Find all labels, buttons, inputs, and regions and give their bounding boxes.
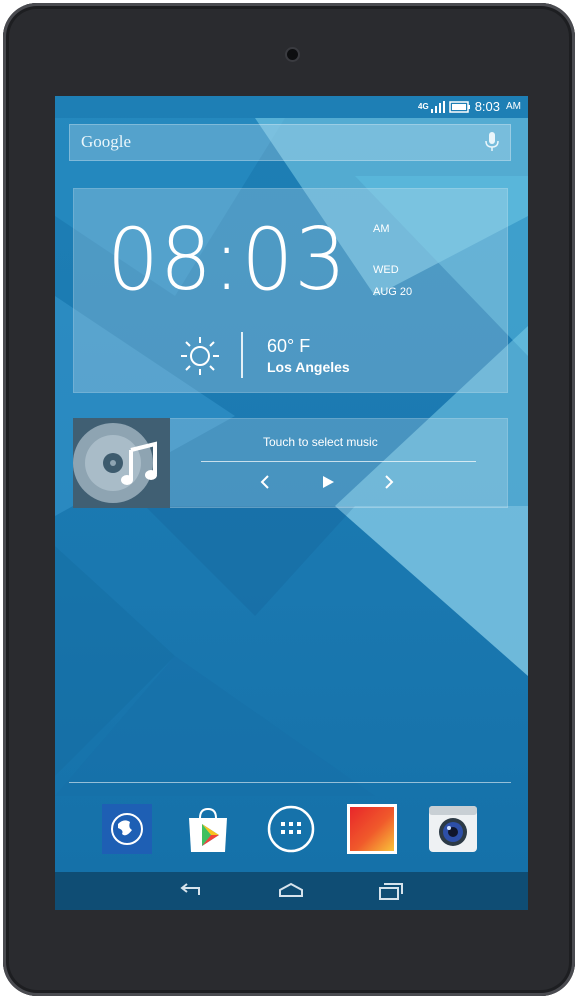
home-screen: 4G 8:03 AM Google 08:03 AM WED AUG 20 60… <box>55 96 528 910</box>
signal-icon <box>430 100 445 113</box>
microphone-icon[interactable] <box>485 132 499 152</box>
camera-app[interactable] <box>428 804 478 854</box>
play-icon[interactable] <box>321 474 335 490</box>
music-widget[interactable]: Touch to select music <box>73 418 508 508</box>
gallery-app[interactable] <box>347 804 397 854</box>
weather-location: Los Angeles <box>267 359 350 375</box>
clock-ampm: AM <box>373 223 390 235</box>
play-store-app[interactable] <box>183 804 233 854</box>
dock-divider <box>69 782 511 783</box>
navigation-bar <box>55 872 528 910</box>
clock-date: AUG 20 <box>373 286 413 298</box>
clock-time: 08:03 <box>107 210 348 310</box>
network-type: 4G <box>418 102 429 111</box>
front-camera <box>287 49 298 60</box>
home-icon[interactable] <box>276 880 306 902</box>
play-store-icon <box>189 807 227 852</box>
music-prompt: Touch to select music <box>263 435 378 449</box>
app-drawer-icon <box>267 805 315 853</box>
recents-icon[interactable] <box>376 880 406 902</box>
status-ampm: AM <box>506 101 521 112</box>
google-search-bar[interactable]: Google <box>69 124 511 161</box>
gallery-icon <box>347 804 397 854</box>
battery-icon <box>448 100 470 113</box>
app-drawer-button[interactable] <box>266 804 316 854</box>
music-note-icon <box>73 423 157 503</box>
weather-divider <box>241 332 243 378</box>
music-progress-line <box>201 461 476 462</box>
previous-icon[interactable] <box>259 474 271 490</box>
browser-globe-icon <box>102 804 152 854</box>
status-bar: 4G 8:03 AM <box>55 96 528 118</box>
clock-day: WED <box>373 264 399 276</box>
search-brand: Google <box>81 132 132 151</box>
back-icon[interactable] <box>175 880 205 902</box>
sun-icon <box>181 337 219 375</box>
next-icon[interactable] <box>383 474 395 490</box>
browser-app[interactable] <box>102 804 152 854</box>
album-art[interactable] <box>73 418 170 508</box>
weather-temperature: 60° F <box>267 336 311 356</box>
status-time: 8:03 <box>474 99 500 114</box>
camera-icon <box>429 806 477 852</box>
